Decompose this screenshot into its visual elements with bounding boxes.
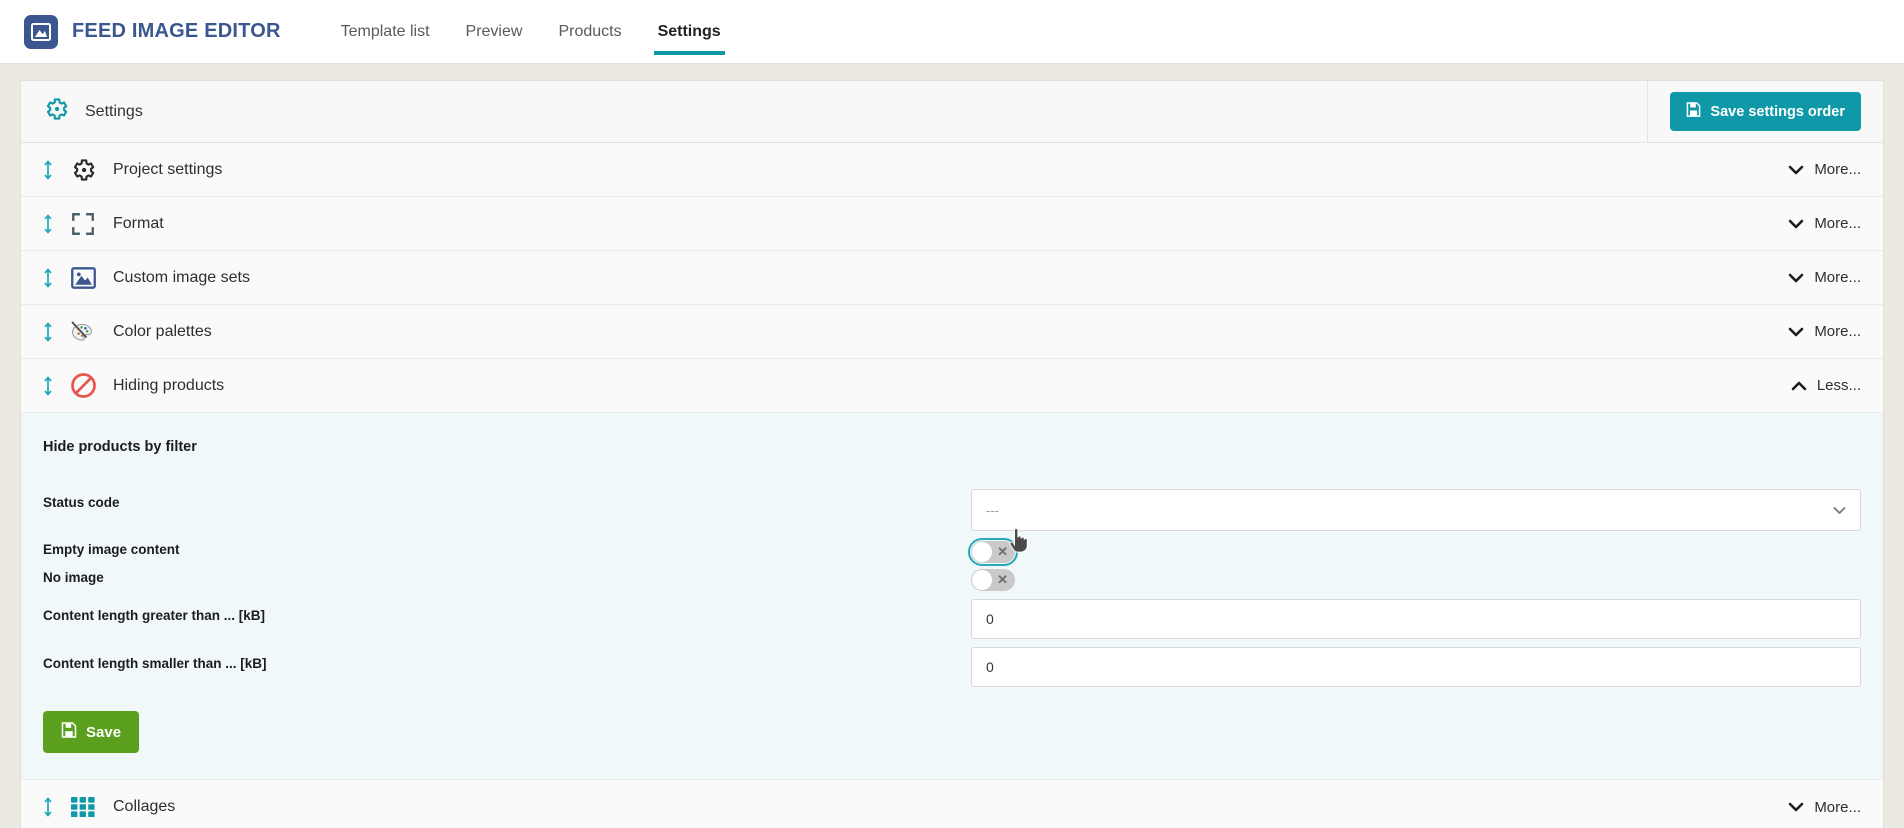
tab-settings[interactable]: Settings <box>640 0 739 64</box>
drag-handle-icon[interactable] <box>43 159 53 181</box>
page-body: Settings Save settings order Project set… <box>0 64 1904 828</box>
prohibition-icon <box>69 372 97 400</box>
settings-row-label: Project settings <box>113 160 223 178</box>
grid-icon <box>69 793 97 821</box>
field-status-code: Status code --- <box>43 489 1861 531</box>
settings-row-format[interactable]: Format More... <box>21 197 1883 251</box>
chevron-up-icon <box>1791 381 1807 390</box>
empty-image-content-toggle[interactable]: ✕ <box>968 538 1018 566</box>
status-code-label: Status code <box>43 495 120 510</box>
settings-card: Settings Save settings order Project set… <box>20 80 1884 828</box>
floppy-save-icon <box>61 722 77 742</box>
expand-toggle-custom-image-sets[interactable]: More... <box>1788 269 1861 286</box>
image-logo-icon <box>24 14 58 49</box>
hiding-products-panel: Hide products by filter Status code --- … <box>21 413 1883 780</box>
settings-row-label: Custom image sets <box>113 268 250 286</box>
gear-icon <box>69 156 97 184</box>
settings-row-color-palettes[interactable]: Color palettes More... <box>21 305 1883 359</box>
save-settings-order-label: Save settings order <box>1710 103 1845 120</box>
gear-icon <box>43 96 69 127</box>
settings-row-hiding-products[interactable]: Hiding products Less... <box>21 359 1883 413</box>
toggle-off-mark: ✕ <box>997 572 1008 587</box>
save-filter-label: Save <box>86 723 122 741</box>
settings-row-label: Hiding products <box>113 376 225 394</box>
no-image-label: No image <box>43 570 104 585</box>
status-code-select[interactable]: --- <box>971 489 1861 531</box>
field-content-length-greater: Content length greater than ... [kB] <box>43 599 1861 639</box>
settings-row-label: Format <box>113 214 164 232</box>
brand-name: FEED IMAGE EDITOR <box>72 20 281 42</box>
top-navigation-bar: FEED IMAGE EDITOR Template list Preview … <box>0 0 1904 64</box>
drag-handle-icon[interactable] <box>43 321 53 343</box>
chevron-down-icon <box>1789 327 1804 336</box>
expand-toggle-label: Less... <box>1816 377 1861 394</box>
settings-row-custom-image-sets[interactable]: Custom image sets More... <box>21 251 1883 305</box>
status-code-value: --- <box>986 502 999 518</box>
chevron-down-icon <box>1789 165 1804 174</box>
chevron-down-icon <box>1789 802 1804 812</box>
content-length-greater-input[interactable] <box>971 599 1861 639</box>
chevron-down-icon <box>1789 219 1804 228</box>
toggle-off-mark: ✕ <box>997 544 1008 559</box>
header-action-area: Save settings order <box>1647 81 1883 142</box>
toggle-knob <box>972 542 992 562</box>
settings-row-collages[interactable]: Collages More... <box>21 780 1883 828</box>
save-settings-order-button[interactable]: Save settings order <box>1670 92 1861 131</box>
expand-toggle-label: More... <box>1814 323 1861 340</box>
tab-preview[interactable]: Preview <box>448 0 541 64</box>
settings-card-title: Settings <box>85 102 143 120</box>
tab-products[interactable]: Products <box>540 0 639 64</box>
crop-frame-icon <box>69 210 97 238</box>
no-image-toggle[interactable]: ✕ <box>971 569 1015 591</box>
settings-card-header: Settings Save settings order <box>21 81 1883 143</box>
image-icon <box>69 264 97 292</box>
expand-toggle-hiding-products[interactable]: Less... <box>1791 377 1861 394</box>
expand-toggle-project-settings[interactable]: More... <box>1788 161 1861 178</box>
drag-handle-icon[interactable] <box>43 213 53 235</box>
content-length-greater-label: Content length greater than ... [kB] <box>43 608 266 623</box>
content-length-smaller-label: Content length smaller than ... [kB] <box>43 656 267 671</box>
expand-toggle-label: More... <box>1814 161 1861 178</box>
settings-row-label: Collages <box>113 798 176 815</box>
save-filter-button[interactable]: Save <box>43 711 140 753</box>
chevron-down-icon <box>1789 273 1804 282</box>
expand-toggle-label: More... <box>1814 269 1861 286</box>
settings-row-label: Color palettes <box>113 322 212 340</box>
expand-toggle-label: More... <box>1814 798 1861 816</box>
expand-toggle-format[interactable]: More... <box>1788 215 1861 232</box>
field-empty-image-content: Empty image content ✕ <box>43 538 1861 566</box>
field-content-length-smaller: Content length smaller than ... [kB] <box>43 647 1861 687</box>
panel-title: Hide products by filter <box>43 439 197 455</box>
expand-toggle-label: More... <box>1814 215 1861 232</box>
empty-image-content-label: Empty image content <box>43 542 180 557</box>
expand-toggle-collages[interactable]: More... <box>1788 799 1861 816</box>
brand[interactable]: FEED IMAGE EDITOR <box>24 14 281 49</box>
drag-handle-icon[interactable] <box>43 267 53 289</box>
drag-handle-icon[interactable] <box>43 375 53 397</box>
drag-handle-icon[interactable] <box>43 796 53 818</box>
palette-icon <box>69 318 97 346</box>
tab-template-list[interactable]: Template list <box>323 0 448 64</box>
field-no-image: No image ✕ <box>43 567 1861 593</box>
floppy-save-icon <box>1686 102 1701 121</box>
chevron-down-icon <box>1833 506 1846 514</box>
settings-row-project-settings[interactable]: Project settings More... <box>21 143 1883 197</box>
content-length-smaller-input[interactable] <box>971 647 1861 687</box>
toggle-knob <box>972 570 992 590</box>
expand-toggle-color-palettes[interactable]: More... <box>1788 323 1861 340</box>
nav-tabs: Template list Preview Products Settings <box>323 0 739 64</box>
